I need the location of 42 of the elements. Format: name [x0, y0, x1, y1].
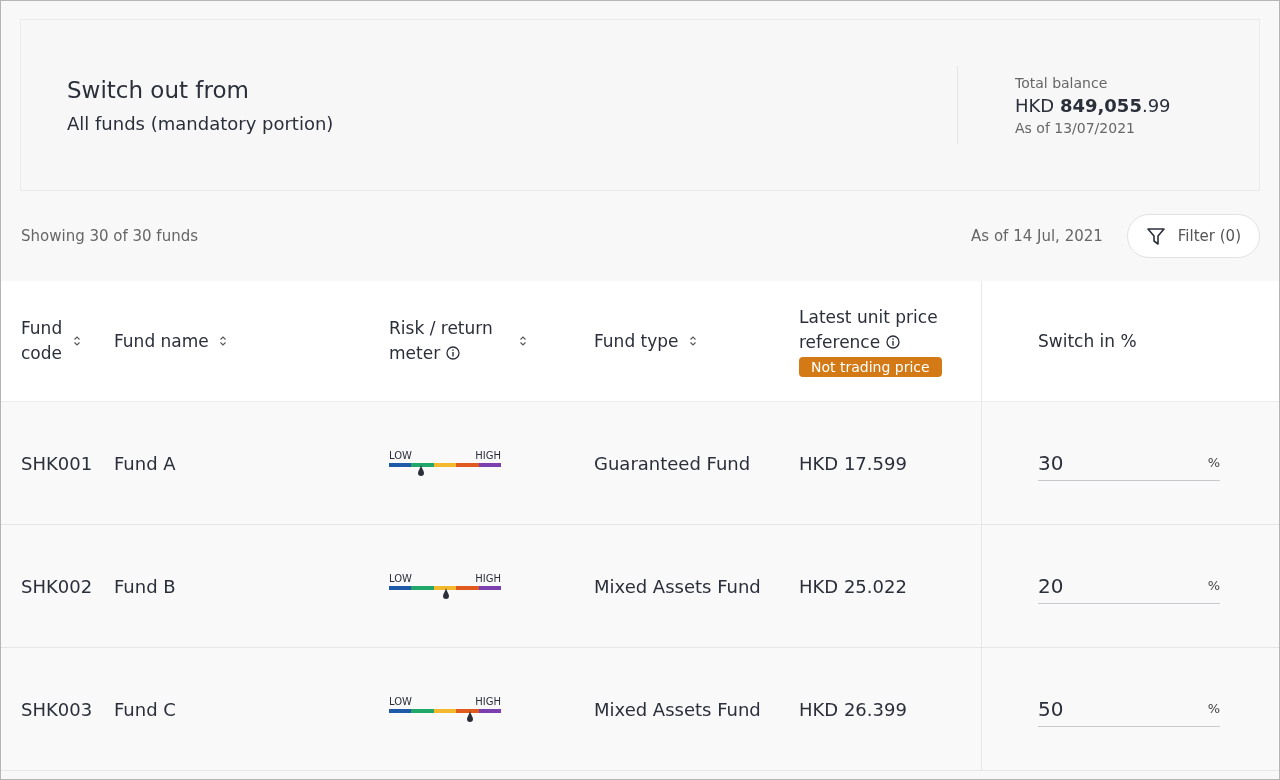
- fund-code: SHK001: [21, 452, 93, 474]
- column-header[interactable]: Fund code: [21, 316, 63, 366]
- meter-high-label: HIGH: [475, 449, 501, 461]
- switch-percent-input[interactable]: 20: [1038, 573, 1208, 598]
- column-header[interactable]: Fund type: [594, 328, 679, 354]
- column-header[interactable]: Fund name: [114, 328, 209, 354]
- column-header: Latest unit price reference: [799, 306, 939, 354]
- column-header: Switch in %: [1038, 329, 1137, 353]
- switch-percent-input[interactable]: 30: [1038, 450, 1208, 475]
- meter-low-label: LOW: [389, 695, 412, 707]
- unit-price: HKD 25.022: [799, 575, 907, 597]
- info-icon: [885, 335, 900, 349]
- section-subtitle: All funds (mandatory portion): [67, 112, 334, 134]
- meter-low-label: LOW: [389, 449, 412, 461]
- price-date: As of 14 Jul, 2021: [971, 227, 1103, 245]
- meter-low-label: LOW: [389, 572, 412, 584]
- fund-name: Fund B: [114, 575, 176, 597]
- filter-button[interactable]: Filter (0): [1126, 214, 1260, 258]
- info-icon: [445, 346, 460, 360]
- meter-high-label: HIGH: [475, 695, 501, 707]
- percent-unit: %: [1207, 578, 1220, 593]
- fund-name: Fund A: [114, 452, 176, 474]
- section-title: Switch out from: [67, 76, 250, 103]
- fund-type: Guaranteed Fund: [594, 452, 751, 474]
- column-header[interactable]: Risk / return meter: [389, 316, 499, 366]
- fund-type: Mixed Assets Fund: [594, 698, 761, 720]
- meter-high-label: HIGH: [475, 572, 501, 584]
- fund-code: SHK002: [21, 575, 93, 597]
- fund-code: SHK003: [21, 698, 93, 720]
- unit-price: HKD 17.599: [799, 452, 907, 474]
- fund-count: Showing 30 of 30 funds: [21, 227, 199, 245]
- percent-unit: %: [1207, 455, 1220, 470]
- unit-price: HKD 26.399: [799, 698, 907, 720]
- balance-label: Total balance: [1015, 74, 1109, 91]
- fund-type: Mixed Assets Fund: [594, 575, 761, 597]
- balance-amount: HKD 849,055.99: [1015, 94, 1172, 116]
- filter-icon: [1145, 226, 1166, 246]
- percent-unit: %: [1207, 701, 1220, 716]
- switch-percent-input[interactable]: 50: [1038, 696, 1208, 721]
- fund-name: Fund C: [114, 698, 176, 720]
- balance-date: As of 13/07/2021: [1015, 119, 1136, 136]
- price-notice-badge: Not trading price: [799, 357, 942, 377]
